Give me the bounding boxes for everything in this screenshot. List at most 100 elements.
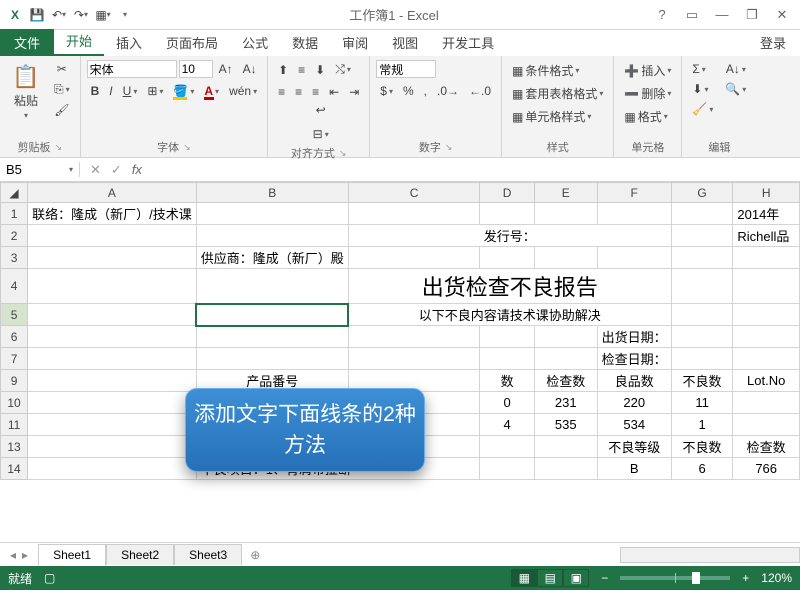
cell[interactable]: 220 [597, 392, 671, 414]
col-header-E[interactable]: E [534, 183, 597, 203]
format-cells-button[interactable]: ▦ 格式▾ [620, 106, 675, 127]
cell[interactable] [196, 348, 348, 370]
cell[interactable] [534, 326, 597, 348]
autosum-button[interactable]: Σ▾ [688, 60, 717, 78]
border-button[interactable]: ⊞▾ [143, 82, 167, 100]
orientation-button[interactable]: ⤭▾ [331, 60, 355, 79]
cell[interactable] [671, 269, 733, 304]
font-size-select[interactable] [179, 60, 213, 78]
row-header-6[interactable]: 6 [1, 326, 28, 348]
clear-button[interactable]: 🧹▾ [688, 100, 717, 118]
cell[interactable] [671, 225, 733, 247]
cell[interactable]: 766 [733, 458, 800, 480]
normal-view-button[interactable]: ▦ [511, 569, 537, 587]
cell[interactable] [28, 225, 197, 247]
zoom-level[interactable]: 120% [761, 571, 792, 585]
zoom-slider[interactable] [620, 576, 730, 580]
row-header-11[interactable]: 11 [1, 414, 28, 436]
cell[interactable] [733, 392, 800, 414]
cell[interactable] [28, 247, 197, 269]
tab-insert[interactable]: 插入 [104, 29, 154, 56]
macro-record-icon[interactable]: ▢ [44, 571, 55, 585]
cell[interactable] [28, 436, 197, 458]
cell[interactable] [534, 436, 597, 458]
row-header-2[interactable]: 2 [1, 225, 28, 247]
cell[interactable]: 6 [671, 458, 733, 480]
font-color-button[interactable]: A▾ [200, 82, 223, 100]
cell[interactable] [597, 247, 671, 269]
col-header-G[interactable]: G [671, 183, 733, 203]
cell[interactable] [348, 203, 480, 225]
cell[interactable]: 不良等级 [597, 436, 671, 458]
cell[interactable] [196, 225, 348, 247]
row-header-4[interactable]: 4 [1, 269, 28, 304]
insert-cells-button[interactable]: ➕ 插入▾ [620, 60, 675, 81]
cell[interactable]: 4 [480, 414, 534, 436]
page-break-view-button[interactable]: ▣ [563, 569, 589, 587]
cell[interactable]: 0 [480, 392, 534, 414]
dialog-launcher-icon[interactable]: ↘ [183, 142, 191, 153]
zoom-in-button[interactable]: + [742, 571, 749, 585]
row-header-9[interactable]: 9 [1, 370, 28, 392]
cell[interactable] [733, 326, 800, 348]
redo-icon[interactable]: ↷▾ [72, 6, 90, 24]
cell[interactable] [348, 348, 480, 370]
dec-decimal-button[interactable]: ←.0 [465, 82, 495, 100]
col-header-F[interactable]: F [597, 183, 671, 203]
dialog-launcher-icon[interactable]: ↘ [339, 148, 347, 159]
cell[interactable] [733, 304, 800, 326]
align-center-button[interactable]: ≡ [291, 83, 306, 101]
cell[interactable] [196, 326, 348, 348]
cell[interactable]: 检查日期： [597, 348, 671, 370]
cell[interactable]: 231 [534, 392, 597, 414]
cell[interactable]: 以下不良内容请技术课协助解决 [348, 304, 671, 326]
cell[interactable] [671, 247, 733, 269]
cell[interactable] [28, 458, 197, 480]
sheet-tab-2[interactable]: Sheet2 [106, 544, 174, 565]
align-top-button[interactable]: ⬆ [274, 61, 292, 79]
cell[interactable]: 不良数 [671, 436, 733, 458]
indent-inc-button[interactable]: ⇥ [345, 83, 363, 101]
cell[interactable] [733, 247, 800, 269]
cell[interactable]: 11 [671, 392, 733, 414]
row-header-7[interactable]: 7 [1, 348, 28, 370]
close-icon[interactable]: ✕ [768, 3, 796, 27]
restore-icon[interactable]: ❐ [738, 3, 766, 27]
decrease-font-button[interactable]: A↓ [239, 60, 261, 78]
undo-icon[interactable]: ↶▾ [50, 6, 68, 24]
formula-input[interactable] [152, 162, 800, 177]
cell[interactable] [671, 348, 733, 370]
tab-data[interactable]: 数据 [280, 29, 330, 56]
cell[interactable] [597, 203, 671, 225]
cell[interactable] [671, 326, 733, 348]
comma-button[interactable]: , [420, 82, 431, 100]
row-header-3[interactable]: 3 [1, 247, 28, 269]
wrap-text-button[interactable]: ↩ [312, 101, 330, 119]
cell[interactable]: 不良数 [671, 370, 733, 392]
paste-button[interactable]: 📋粘贴▾ [6, 60, 46, 124]
align-middle-button[interactable]: ≡ [294, 61, 309, 79]
sheet-nav-first-icon[interactable]: ◂ [10, 548, 16, 562]
increase-font-button[interactable]: A↑ [215, 60, 237, 78]
table-format-button[interactable]: ▦ 套用表格格式▾ [508, 83, 607, 104]
sheet-tab-1[interactable]: Sheet1 [38, 544, 106, 566]
cut-button[interactable]: ✂ [53, 60, 71, 78]
cell[interactable]: 良品数 [597, 370, 671, 392]
merge-button[interactable]: ⊟▾ [309, 125, 333, 143]
cell[interactable] [196, 304, 348, 326]
page-layout-view-button[interactable]: ▤ [537, 569, 563, 587]
cell[interactable] [534, 203, 597, 225]
cell[interactable]: B [597, 458, 671, 480]
cell[interactable] [671, 304, 733, 326]
help-icon[interactable]: ? [648, 3, 676, 27]
sheet-nav-last-icon[interactable]: ▸ [22, 548, 28, 562]
dialog-launcher-icon[interactable]: ↘ [445, 142, 453, 153]
cell[interactable] [534, 458, 597, 480]
format-painter-button[interactable]: 🖌 [50, 101, 73, 119]
cell[interactable] [480, 326, 534, 348]
tab-review[interactable]: 审阅 [330, 29, 380, 56]
cell[interactable]: 534 [597, 414, 671, 436]
minimize-icon[interactable]: — [708, 3, 736, 27]
cell[interactable] [480, 458, 534, 480]
bold-button[interactable]: B [87, 82, 104, 100]
